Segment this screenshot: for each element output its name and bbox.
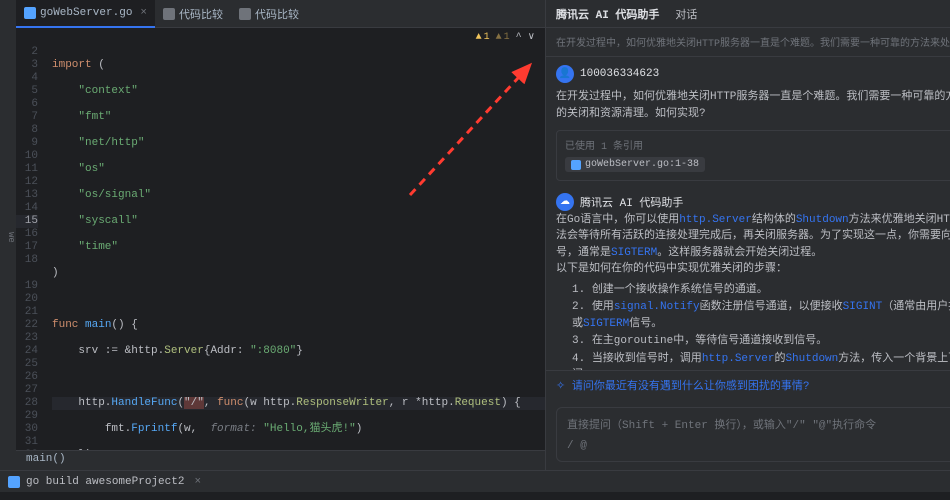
editor-pane: goWebServer.go× 代码比较 代码比较 ▲1 ▲1 ^ ∨ 2345… <box>16 0 546 470</box>
message-list: 👤100036334623 在开发过程中，如何优雅地关闭HTTP服务器一直是个难… <box>546 57 950 370</box>
we-label: we <box>6 232 16 243</box>
chat-input[interactable]: 直接提问（Shift + Enter 换行），或输入"/" "@"执行命令 / … <box>556 407 950 462</box>
go-icon <box>8 476 20 488</box>
lamp-icon: ✧ <box>556 381 565 393</box>
user-avatar: 👤 <box>556 65 574 83</box>
suggestion-row[interactable]: ✧ 请问你最近有没有遇到什么让你感到困扰的事情? <box>546 370 950 399</box>
left-tool-strip: we 3 结构 差异 <box>0 0 16 470</box>
diff-icon <box>239 8 251 20</box>
chevron-down-icon[interactable]: ∨ <box>528 31 535 43</box>
chat-title: 腾讯云 AI 代码助手 <box>556 6 659 22</box>
diff-icon <box>163 8 175 20</box>
go-file-icon <box>24 7 36 19</box>
history-bar[interactable]: 在开发过程中，如何优雅地关闭HTTP服务器一直是个难题。我们需要一种可靠的方法来… <box>546 28 950 57</box>
inspection-bar: ▲1 ▲1 ^ ∨ <box>16 28 545 46</box>
chat-pane: 腾讯云 AI 代码助手 对话 ? ⎘ ⋮ — 在开发过程中，如何优雅地关闭HTT… <box>546 0 950 470</box>
sep: ^ <box>516 32 522 43</box>
code-area[interactable]: 2345678910111213141516171819202122232425… <box>16 46 545 450</box>
ai-message: ☁腾讯云 AI 代码助手 👍 👎 在Go语言中，你可以使用http.Server… <box>556 193 950 371</box>
go-file-icon <box>571 160 581 170</box>
close-icon[interactable]: × <box>194 476 201 488</box>
warning-badge[interactable]: ▲1 <box>476 32 490 43</box>
tab-gowebserver[interactable]: goWebServer.go× <box>16 0 155 28</box>
steps-list: 1. 创建一个接收操作系统信号的通道。 2. 使用signal.Notify函数… <box>556 282 950 371</box>
chat-header: 腾讯云 AI 代码助手 对话 ? ⎘ ⋮ — <box>546 0 950 28</box>
user-message: 👤100036334623 在开发过程中，如何优雅地关闭HTTP服务器一直是个难… <box>556 65 950 181</box>
breadcrumb[interactable]: main() <box>16 450 545 470</box>
build-status[interactable]: go build awesomeProject2 <box>26 476 184 488</box>
tab-diff-2[interactable]: 代码比较 <box>231 0 307 28</box>
close-icon[interactable]: × <box>140 7 147 19</box>
ai-avatar: ☁ <box>556 193 574 211</box>
editor-tabs: goWebServer.go× 代码比较 代码比较 <box>16 0 545 28</box>
code-content[interactable]: import ( "context" "fmt" "net/http" "os"… <box>44 46 545 450</box>
line-gutter: 2345678910111213141516171819202122232425… <box>16 46 44 450</box>
chat-tab[interactable]: 对话 <box>675 6 697 22</box>
reference-box: 已使用 1 条引用 goWebServer.go:1-38 <box>556 130 950 181</box>
weak-warning-badge[interactable]: ▲1 <box>496 32 510 43</box>
status-bar: go build awesomeProject2 × <box>0 470 950 492</box>
tab-diff-1[interactable]: 代码比较 <box>155 0 231 28</box>
reference-chip[interactable]: goWebServer.go:1-38 <box>565 157 705 172</box>
